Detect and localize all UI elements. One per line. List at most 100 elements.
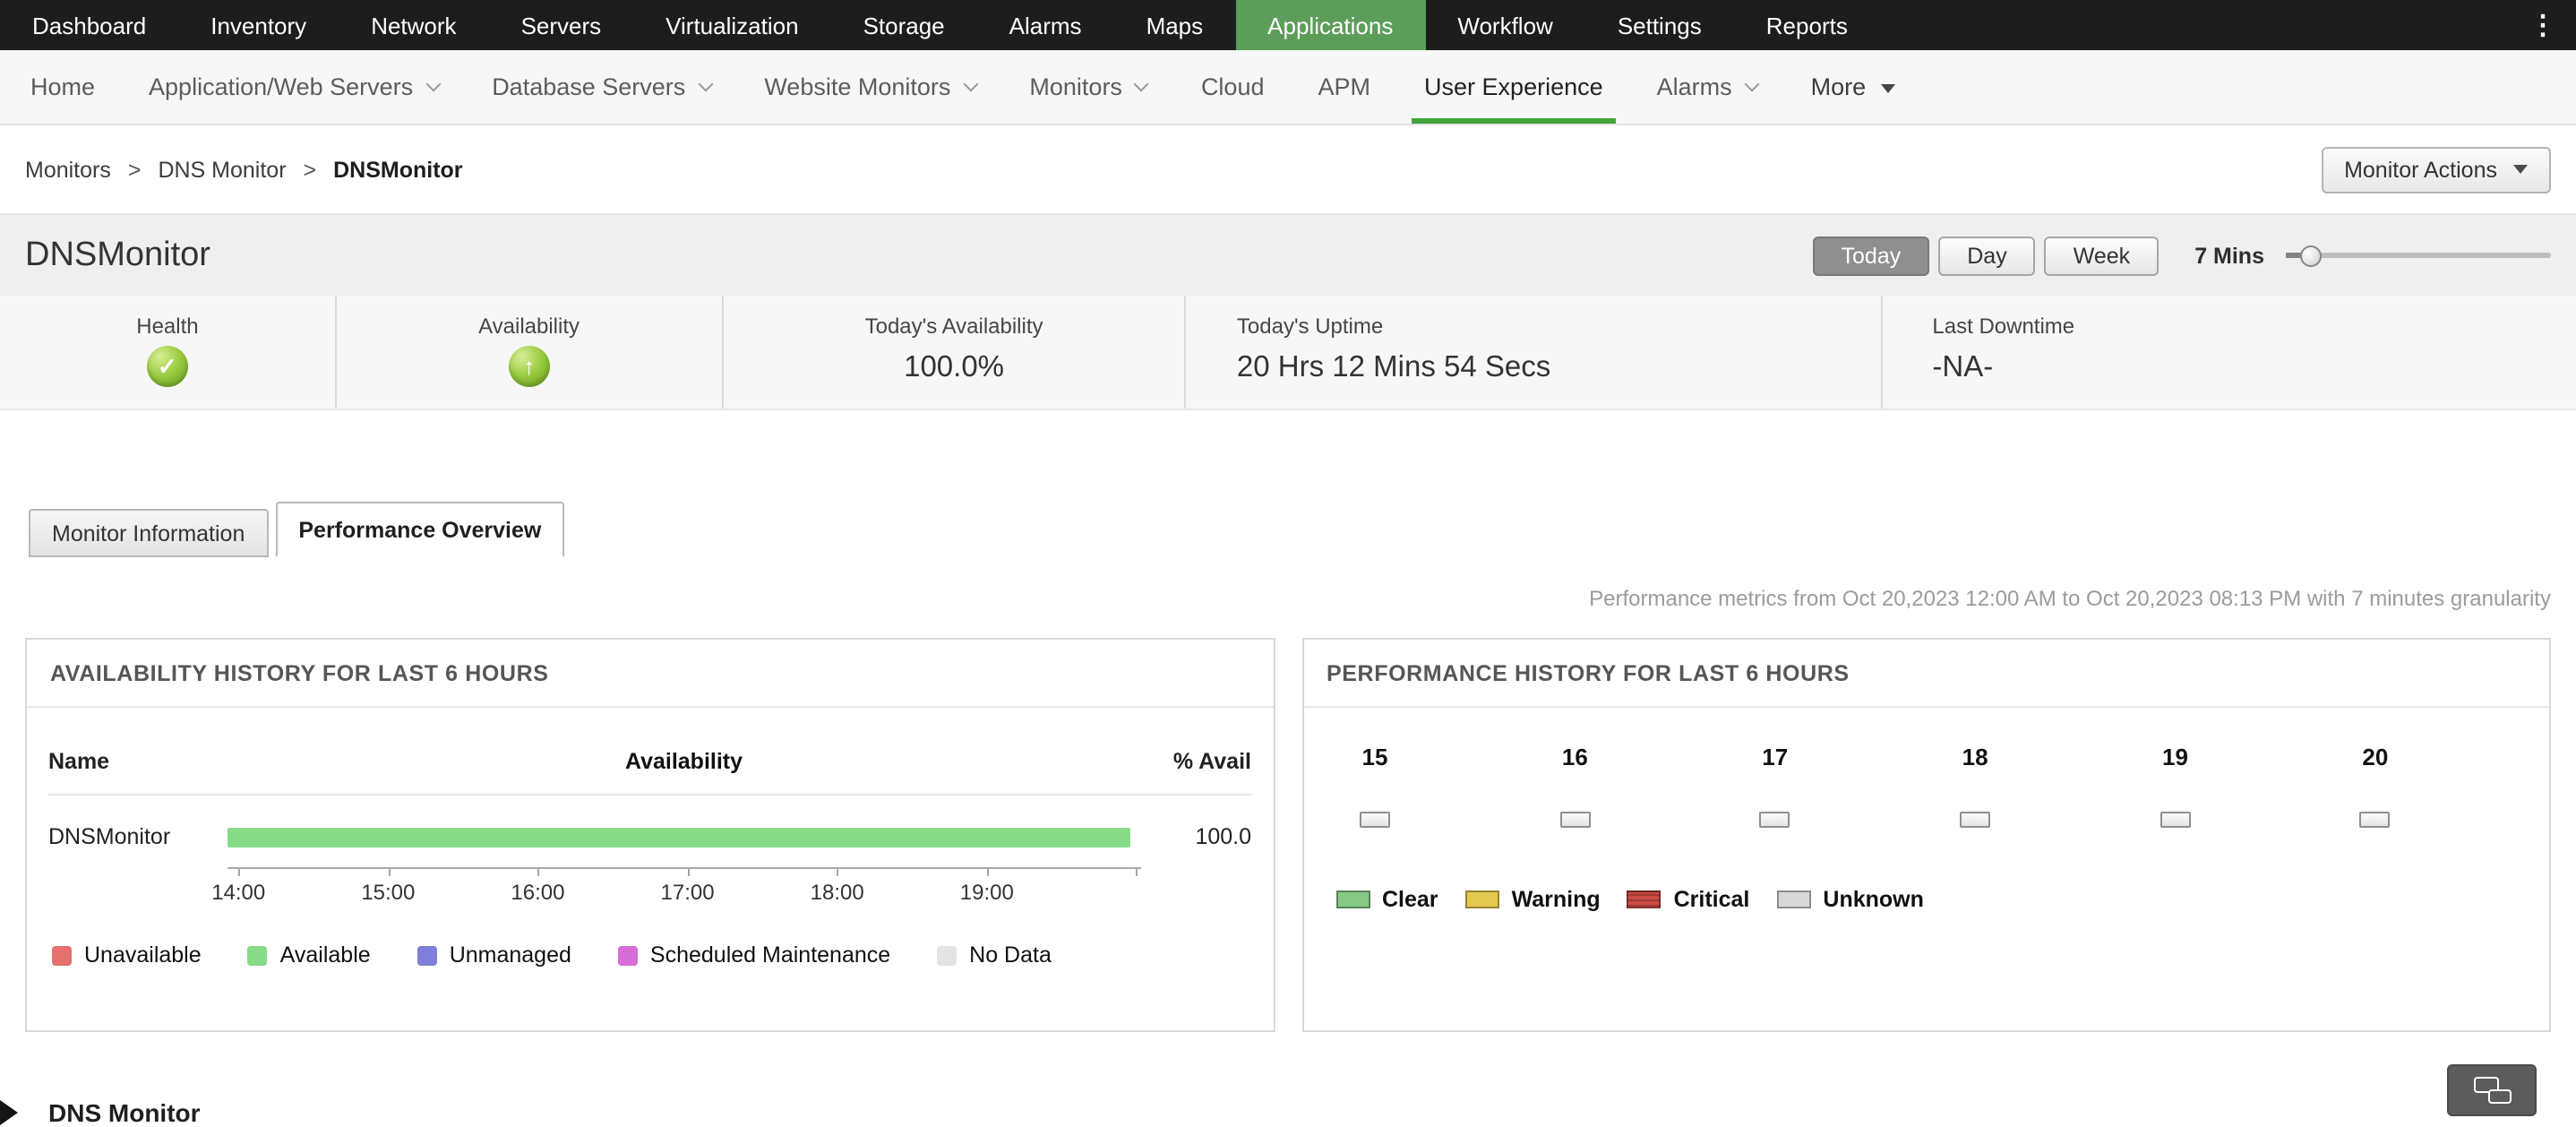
- bottom-section-title[interactable]: DNS Monitor: [48, 1098, 201, 1127]
- breadcrumb-dns-monitor[interactable]: DNS Monitor: [158, 157, 286, 182]
- performance-hours: 15 16 17 18 19 20: [1303, 708, 2549, 828]
- monitor-actions-button[interactable]: Monitor Actions: [2321, 146, 2551, 193]
- sub-nav: Home Application/Web Servers Database Se…: [0, 50, 2576, 125]
- content-tabs: Monitor Information Performance Overview: [0, 502, 2576, 557]
- topnav-inventory[interactable]: Inventory: [178, 0, 339, 50]
- granularity-slider[interactable]: [2286, 243, 2551, 268]
- legend-swatch: [618, 945, 638, 965]
- stat-todays-uptime: Today's Uptime 20 Hrs 12 Mins 54 Secs: [1185, 296, 1881, 409]
- breadcrumb-monitors[interactable]: Monitors: [25, 157, 111, 182]
- subnav-application-web-servers[interactable]: Application/Web Servers: [122, 50, 465, 124]
- green-check-orb-icon: ✓: [147, 346, 188, 387]
- hour-col-17: 17: [1736, 744, 1815, 828]
- range-today-button[interactable]: Today: [1813, 236, 1930, 275]
- availability-axis: 14:00 15:00 16:00 17:00 18:00 19:00: [48, 867, 1251, 916]
- topnav-virtualization[interactable]: Virtualization: [633, 0, 830, 50]
- title-bar: DNSMonitor Today Day Week 7 Mins: [0, 213, 2576, 296]
- topnav-maps[interactable]: Maps: [1114, 0, 1236, 50]
- legend-critical: Critical: [1627, 887, 1750, 912]
- performance-panel-title: PERFORMANCE HISTORY FOR LAST 6 HOURS: [1303, 640, 2549, 708]
- top-nav: Dashboard Inventory Network Servers Virt…: [0, 0, 2576, 50]
- stat-availability: Availability ↑: [335, 296, 721, 409]
- page-title: DNSMonitor: [25, 236, 210, 275]
- legend-swatch: [417, 945, 437, 965]
- topnav-servers[interactable]: Servers: [489, 0, 634, 50]
- legend-swatch: [1465, 890, 1499, 908]
- subnav-monitors[interactable]: Monitors: [1002, 50, 1174, 124]
- range-day-button[interactable]: Day: [1938, 236, 2035, 275]
- topnav-storage[interactable]: Storage: [831, 0, 977, 50]
- caret-down-icon: [1880, 84, 1894, 93]
- subnav-user-experience[interactable]: User Experience: [1397, 50, 1630, 124]
- chevron-down-icon: [425, 76, 441, 91]
- availability-table-row: DNSMonitor 100.0: [48, 796, 1251, 867]
- breadcrumb-separator: >: [304, 157, 317, 182]
- subnav-website-monitors[interactable]: Website Monitors: [737, 50, 1002, 124]
- performance-hour-box[interactable]: [2360, 812, 2391, 828]
- hour-col-19: 19: [2136, 744, 2215, 828]
- app-root: Dashboard Inventory Network Servers Virt…: [0, 0, 2576, 1122]
- monitor-name[interactable]: DNSMonitor: [48, 824, 228, 849]
- legend-clear: Clear: [1335, 887, 1438, 912]
- kebab-menu-icon[interactable]: ⋮: [2520, 0, 2565, 50]
- tab-monitor-information[interactable]: Monitor Information: [29, 509, 268, 557]
- topnav-network[interactable]: Network: [339, 0, 488, 50]
- subnav-database-servers[interactable]: Database Servers: [465, 50, 737, 124]
- performance-hour-box[interactable]: [1360, 812, 1390, 828]
- topnav-settings[interactable]: Settings: [1585, 0, 1734, 50]
- metrics-note: Performance metrics from Oct 20,2023 12:…: [0, 586, 2576, 611]
- subnav-more[interactable]: More: [1784, 50, 1922, 124]
- availability-legend: Unavailable Available Unmanaged Schedule…: [48, 916, 1251, 968]
- legend-swatch: [1776, 890, 1810, 908]
- legend-swatch: [1627, 890, 1662, 908]
- stat-todays-availability: Today's Availability 100.0%: [721, 296, 1185, 409]
- legend-available: Available: [248, 942, 371, 968]
- chat-icon: [2473, 1077, 2511, 1104]
- bottom-section-header: DNS Monitor: [0, 1098, 201, 1127]
- hour-col-20: 20: [2336, 744, 2415, 828]
- breadcrumb-row: Monitors > DNS Monitor > DNSMonitor Moni…: [0, 125, 2576, 213]
- availability-panel-title: AVAILABILITY HISTORY FOR LAST 6 HOURS: [27, 640, 1273, 708]
- caret-down-icon: [2513, 165, 2528, 174]
- range-week-button[interactable]: Week: [2045, 236, 2159, 275]
- performance-hour-box[interactable]: [1559, 812, 1590, 828]
- hour-col-15: 15: [1335, 744, 1414, 828]
- stat-health: Health ✓: [0, 296, 335, 409]
- subnav-cloud[interactable]: Cloud: [1174, 50, 1292, 124]
- slider-track[interactable]: [2286, 253, 2551, 258]
- feedback-button[interactable]: [2447, 1064, 2537, 1116]
- availability-bar[interactable]: [228, 827, 1131, 847]
- stat-last-downtime: Last Downtime -NA-: [1880, 296, 2576, 409]
- topnav-dashboard[interactable]: Dashboard: [0, 0, 178, 50]
- performance-hour-box[interactable]: [2160, 812, 2191, 828]
- performance-hour-box[interactable]: [1960, 812, 1990, 828]
- subnav-apm[interactable]: APM: [1292, 50, 1398, 124]
- chevron-down-icon: [963, 76, 978, 91]
- chevron-down-icon: [698, 76, 713, 91]
- legend-warning: Warning: [1465, 887, 1601, 912]
- chevron-down-icon: [1134, 76, 1149, 91]
- topnav-reports[interactable]: Reports: [1734, 0, 1880, 50]
- subnav-alarms[interactable]: Alarms: [1630, 50, 1784, 124]
- breadcrumb: Monitors > DNS Monitor > DNSMonitor: [25, 157, 463, 182]
- topnav-applications[interactable]: Applications: [1235, 0, 1425, 50]
- time-range-controls: Today Day Week 7 Mins: [1804, 236, 2551, 275]
- overview-panels: AVAILABILITY HISTORY FOR LAST 6 HOURS Na…: [0, 638, 2576, 1032]
- topnav-workflow[interactable]: Workflow: [1425, 0, 1584, 50]
- subnav-home[interactable]: Home: [4, 50, 122, 124]
- legend-swatch: [52, 945, 72, 965]
- performance-hour-box[interactable]: [1760, 812, 1790, 828]
- topnav-alarms[interactable]: Alarms: [977, 0, 1114, 50]
- performance-legend: Clear Warning Critical Unknown: [1303, 828, 2549, 912]
- breadcrumb-current: DNSMonitor: [333, 157, 462, 182]
- legend-swatch: [937, 945, 957, 965]
- legend-no-data: No Data: [937, 942, 1052, 968]
- legend-scheduled-maintenance: Scheduled Maintenance: [618, 942, 890, 968]
- slider-handle[interactable]: [2300, 245, 2322, 266]
- legend-swatch: [248, 945, 268, 965]
- green-up-arrow-orb-icon: ↑: [509, 346, 550, 387]
- hour-col-16: 16: [1535, 744, 1614, 828]
- hour-col-18: 18: [1936, 744, 2014, 828]
- tab-performance-overview[interactable]: Performance Overview: [275, 502, 564, 557]
- chevron-down-icon: [1744, 76, 1759, 91]
